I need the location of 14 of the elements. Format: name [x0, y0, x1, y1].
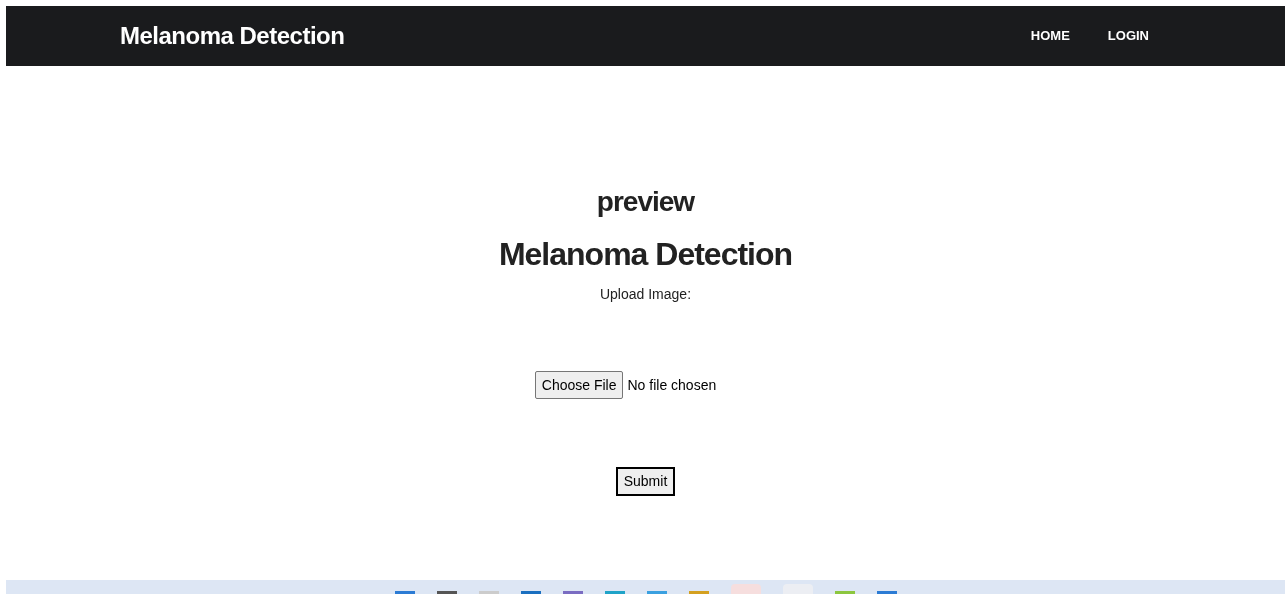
taskbar-icon[interactable]	[876, 591, 897, 594]
nav-link[interactable]: HOME	[1030, 26, 1070, 46]
taskbar-icon[interactable]	[520, 591, 541, 594]
choose-file-button[interactable]: Choose File	[534, 371, 624, 399]
taskbar-icon[interactable]	[562, 591, 583, 594]
brand-title[interactable]: Melanoma Detection	[120, 18, 345, 54]
file-status: No file chosen	[627, 375, 717, 395]
preview-heading: preview	[596, 185, 695, 219]
submit-button[interactable]: Submit	[615, 467, 676, 496]
upload-label: Upload Image:	[599, 285, 692, 304]
nav-link[interactable]: LOGIN	[1107, 26, 1149, 46]
taskbar-icon[interactable]	[436, 591, 457, 594]
taskbar-icon[interactable]	[394, 591, 415, 594]
page-heading: Melanoma Detection	[498, 235, 793, 274]
